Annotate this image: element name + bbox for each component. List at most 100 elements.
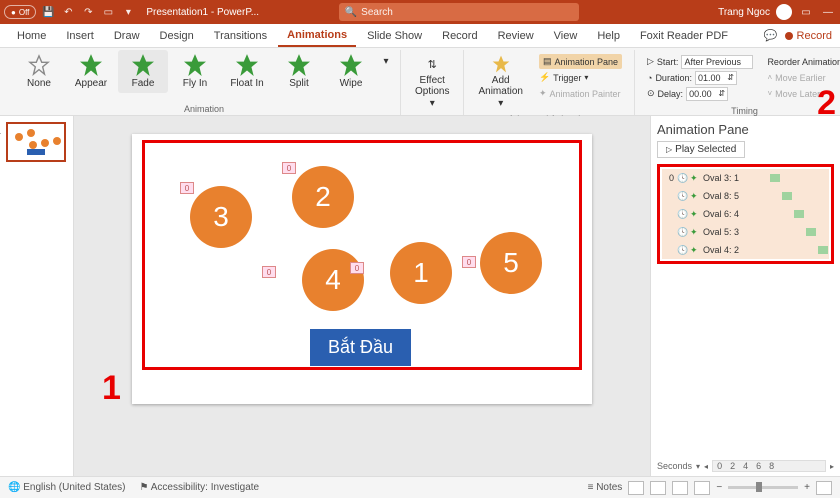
tab-help[interactable]: Help	[588, 26, 629, 46]
oval-shape-2[interactable]: 2	[292, 166, 354, 228]
tab-transitions[interactable]: Transitions	[205, 26, 276, 46]
fit-icon[interactable]	[816, 481, 832, 495]
animation-order-tag[interactable]: 0	[180, 182, 194, 194]
zoom-slider[interactable]	[728, 486, 798, 489]
effect-split[interactable]: Split	[274, 50, 324, 93]
autosave-toggle[interactable]: ●Off	[4, 5, 36, 19]
slide-editor[interactable]: 32 415 0 0 0 0 0 Bắt Đầu 1	[74, 116, 650, 476]
star-icon: ✦	[690, 173, 700, 183]
star-icon: ✦	[690, 245, 700, 255]
oval-shape-4[interactable]: 4	[302, 249, 364, 311]
annotation-number-2: 2	[817, 84, 836, 123]
reading-view-icon[interactable]	[672, 481, 688, 495]
normal-view-icon[interactable]	[628, 481, 644, 495]
record-button[interactable]: Record	[785, 30, 832, 42]
effect-wipe[interactable]: Wipe	[326, 50, 376, 93]
pane-timeline: Seconds▾ ◂ 02468 ▸	[657, 460, 834, 472]
clock-icon: 🕓	[677, 209, 687, 220]
effect-appear[interactable]: Appear	[66, 50, 116, 93]
animation-order-tag[interactable]: 0	[262, 266, 276, 278]
ribbon: NoneAppearFadeFly InFloat InSplitWipe▾ A…	[0, 48, 840, 116]
effect-options-icon: ⇅	[422, 54, 442, 74]
effect-fly-in[interactable]: Fly In	[170, 50, 220, 93]
zoom-out-icon[interactable]: −	[716, 482, 722, 493]
comments-icon[interactable]: 💬	[763, 28, 779, 44]
animation-painter-button[interactable]: ✦Animation Painter	[539, 86, 622, 101]
effects-gallery-more[interactable]: ▾	[378, 50, 394, 71]
qat-more-icon[interactable]: ▾	[120, 4, 136, 20]
effect-options-button[interactable]: ⇅ Effect Options ▾	[407, 50, 457, 113]
effect-float-in[interactable]: Float In	[222, 50, 272, 93]
slide-canvas[interactable]: 32 415 0 0 0 0 0 Bắt Đầu	[132, 134, 592, 404]
add-animation-button[interactable]: Add Animation ▾	[470, 50, 530, 113]
notes-button[interactable]: ≡ Notes	[588, 482, 623, 493]
pane-item[interactable]: 🕓✦Oval 5: 3	[662, 223, 829, 241]
status-lang[interactable]: 🌐 English (United States)	[8, 482, 126, 493]
star-icon	[184, 54, 206, 76]
undo-icon[interactable]: ↶	[60, 4, 76, 20]
animation-pane-button[interactable]: ▤Animation Pane	[539, 54, 622, 69]
tab-design[interactable]: Design	[151, 26, 203, 46]
tab-draw[interactable]: Draw	[105, 26, 149, 46]
effect-none[interactable]: None	[14, 50, 64, 93]
move-earlier-button[interactable]: ˄Move Earlier	[767, 70, 840, 85]
clock-icon: 🕓	[677, 245, 687, 256]
main-area: 1 32415 00000 Bắt Đầu 1 Animation Pane 2…	[0, 116, 840, 476]
animation-order-tag[interactable]: 0	[350, 262, 364, 274]
tab-insert[interactable]: Insert	[57, 26, 103, 46]
slideshow-icon[interactable]: ▭	[100, 4, 116, 20]
trigger-button[interactable]: ⚡Trigger▾	[539, 70, 622, 85]
add-animation-icon	[491, 54, 511, 74]
delay-input[interactable]: 00.00⇵	[686, 87, 728, 101]
tab-slide-show[interactable]: Slide Show	[358, 26, 431, 46]
effect-fade[interactable]: Fade	[118, 50, 168, 93]
star-icon	[288, 54, 310, 76]
trigger-icon: ⚡	[539, 72, 550, 83]
ribbon-mode-icon[interactable]: ▭	[798, 4, 814, 20]
clock-icon: 🕓	[677, 191, 687, 202]
group-label-animation: Animation	[184, 103, 224, 115]
user-name[interactable]: Trang Ngoc	[718, 7, 770, 18]
tab-foxit-reader-pdf[interactable]: Foxit Reader PDF	[631, 26, 737, 46]
star-icon: ✦	[690, 227, 700, 237]
redo-icon[interactable]: ↷	[80, 4, 96, 20]
oval-shape-5[interactable]: 5	[480, 232, 542, 294]
oval-shape-3[interactable]: 3	[190, 186, 252, 248]
play-icon: ▷	[647, 56, 654, 67]
animation-order-tag[interactable]: 0	[282, 162, 296, 174]
pane-item[interactable]: 🕓✦Oval 6: 4	[662, 205, 829, 223]
pane-item[interactable]: 0🕓✦Oval 3: 1	[662, 169, 829, 187]
annotation-box-2: 0🕓✦Oval 3: 1🕓✦Oval 8: 5🕓✦Oval 6: 4🕓✦Oval…	[657, 164, 834, 264]
oval-shape-1[interactable]: 1	[390, 242, 452, 304]
avatar[interactable]	[776, 4, 792, 20]
zoom-in-icon[interactable]: +	[804, 482, 810, 493]
duration-input[interactable]: 01.00⇵	[695, 71, 737, 85]
thumbnail-1[interactable]: 1	[6, 122, 66, 162]
tab-view[interactable]: View	[545, 26, 587, 46]
minimize-icon[interactable]: —	[820, 4, 836, 20]
sorter-view-icon[interactable]	[650, 481, 666, 495]
play-selected-button[interactable]: ▷Play Selected	[657, 141, 745, 158]
status-accessibility[interactable]: ⚑ Accessibility: Investigate	[140, 482, 260, 493]
tab-review[interactable]: Review	[489, 26, 543, 46]
save-icon[interactable]: 💾	[40, 4, 56, 20]
clock-icon: 🕓	[677, 173, 687, 184]
search-box[interactable]: 🔍 Search	[339, 3, 579, 21]
status-bar: 🌐 English (United States) ⚑ Accessibilit…	[0, 476, 840, 498]
animation-order-tag[interactable]: 0	[462, 256, 476, 268]
record-dot-icon	[785, 32, 793, 40]
star-icon	[80, 54, 102, 76]
tab-animations[interactable]: Animations	[278, 25, 356, 47]
delay-icon: ⊙	[647, 88, 655, 99]
pane-item[interactable]: 🕓✦Oval 4: 2	[662, 241, 829, 259]
slide-thumbnails: 1	[0, 116, 74, 476]
star-icon: ✦	[690, 191, 700, 201]
tab-home[interactable]: Home	[8, 26, 55, 46]
pane-item[interactable]: 🕓✦Oval 8: 5	[662, 187, 829, 205]
start-button-shape[interactable]: Bắt Đầu	[310, 329, 411, 366]
painter-icon: ✦	[539, 88, 547, 99]
star-icon: ✦	[690, 209, 700, 219]
tab-record[interactable]: Record	[433, 26, 486, 46]
slideshow-view-icon[interactable]	[694, 481, 710, 495]
start-dropdown[interactable]: After Previous	[681, 55, 753, 69]
